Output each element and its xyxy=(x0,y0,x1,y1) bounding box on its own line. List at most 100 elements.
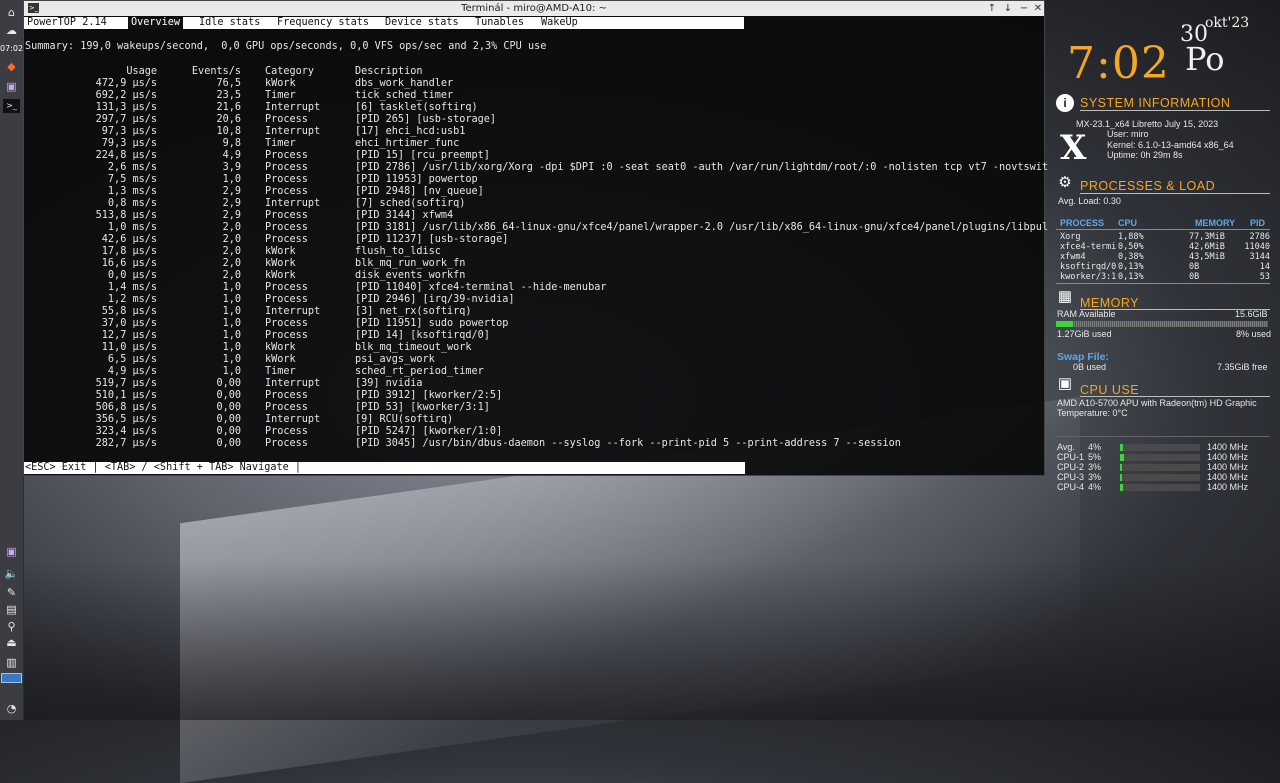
header-events: Events/s xyxy=(191,66,241,77)
description-cell: [PID 11953] powertop xyxy=(355,174,478,185)
proc-header-cpu: CPU xyxy=(1118,218,1138,228)
clipboard-icon[interactable]: ▤ xyxy=(3,603,20,617)
ram-used-percent: 8% used xyxy=(1236,329,1272,339)
proc-header-memory: MEMORY xyxy=(1195,218,1236,228)
network-icon[interactable]: ☁ xyxy=(3,24,20,38)
events-cell: 1,0 xyxy=(222,366,241,377)
events-cell: 1,0 xyxy=(222,174,241,185)
header-category: Category xyxy=(265,66,315,77)
window-title: Terminál - miro@AMD-A10: ~ xyxy=(461,3,607,14)
events-cell: 21,6 xyxy=(216,102,241,113)
description-cell: [PID 265] [usb-storage] xyxy=(355,114,497,125)
distro-info: MX-23.1_x64 Libretto July 15, 2023 xyxy=(1076,119,1219,129)
usage-cell: 1,4 ms/s xyxy=(107,282,157,293)
description-cell: [PID 53] [kworker/3:1] xyxy=(355,402,490,413)
cpu-core-bar xyxy=(1120,484,1200,491)
proc-mem: 42,6MiB xyxy=(1189,242,1225,252)
tab-wakeup[interactable]: WakeUp xyxy=(538,17,581,29)
cpu-core-bar-fill xyxy=(1120,444,1124,451)
category-cell: Interrupt xyxy=(265,102,321,113)
usage-cell: 0,0 µs/s xyxy=(107,270,157,281)
clock-month: okt'23 xyxy=(1205,15,1250,31)
description-cell: sched_rt_period_timer xyxy=(355,366,484,377)
table-row: 11,0 µs/s 1,0 kWork blk_mq_timeout_work xyxy=(24,342,1034,354)
proc-pid: 14 xyxy=(1259,262,1270,272)
tab-overview[interactable]: Overview xyxy=(128,17,184,29)
table-row: 506,8 µs/s 0,00 Process [PID 53] [kworker/3… xyxy=(24,402,1034,414)
panel-clock[interactable]: 07:02 xyxy=(0,44,23,53)
move-up-icon[interactable]: ↑ xyxy=(984,1,1000,16)
usage-cell: 510,1 µs/s xyxy=(95,390,157,401)
usage-cell: 7,5 ms/s xyxy=(107,174,157,185)
terminal-window[interactable]: >_ Terminál - miro@AMD-A10: ~ ↑ ↓ − ✕ Po… xyxy=(23,0,1048,476)
cpu-core-frequency: 1400 MHz xyxy=(1207,452,1249,462)
description-cell: psi_avgs_work xyxy=(355,354,435,365)
events-cell: 2,9 xyxy=(222,198,241,209)
tab-device-stats[interactable]: Device stats xyxy=(382,17,462,29)
category-cell: Process xyxy=(265,426,308,437)
tab-frequency-stats[interactable]: Frequency stats xyxy=(274,17,372,29)
tools-icon[interactable]: ✎ xyxy=(3,586,20,600)
tab-tunables[interactable]: Tunables xyxy=(472,17,527,29)
events-cell: 2,0 xyxy=(222,234,241,245)
conky-widget: 7:02 30 okt'23 Po i SYSTEM INFORMATION M… xyxy=(1052,0,1280,720)
usage-cell: 79,3 µs/s xyxy=(101,138,157,149)
usage-cell: 55,8 µs/s xyxy=(101,306,157,317)
menu-icon[interactable]: ⌂ xyxy=(3,6,20,20)
cpu-core-bar xyxy=(1120,474,1200,481)
processes-title: PROCESSES & LOAD xyxy=(1080,179,1216,193)
divider xyxy=(1080,396,1270,397)
usage-cell: 356,5 µs/s xyxy=(95,414,157,425)
eject-icon[interactable]: ⏏ xyxy=(3,636,20,650)
category-cell: Process xyxy=(265,234,308,245)
table-row: 12,7 µs/s 1,0 Process [PID 14] [ksoftirqd/0… xyxy=(24,330,1034,342)
power-meter-icon[interactable]: ◔ xyxy=(3,702,20,716)
table-row: 1,4 ms/s 1,0 Process [PID 11040] xfce4-term… xyxy=(24,282,1034,294)
cpu-graph-baseline xyxy=(1056,436,1270,437)
move-down-icon[interactable]: ↓ xyxy=(1000,1,1016,16)
proc-mem: 0B xyxy=(1189,272,1200,282)
table-row: 37,0 µs/s 1,0 Process [PID 11951] sudo powe… xyxy=(24,318,1034,330)
window-titlebar[interactable]: >_ Terminál - miro@AMD-A10: ~ ↑ ↓ − ✕ xyxy=(24,1,1044,16)
category-cell: Timer xyxy=(265,366,296,377)
events-cell: 0,00 xyxy=(216,378,241,389)
description-cell: blk_mq_run_work_fn xyxy=(355,258,466,269)
category-cell: Process xyxy=(265,210,308,221)
description-cell: [PID 3144] xfwm4 xyxy=(355,210,454,221)
category-cell: Process xyxy=(265,330,308,341)
workspace-switcher[interactable] xyxy=(1,673,22,683)
table-row: 0,8 ms/s 2,9 Interrupt [7] sched(softirq) xyxy=(24,198,1034,210)
table-row: 7,5 ms/s 1,0 Process [PID 11953] powertop xyxy=(24,174,1034,186)
usage-cell: 131,3 µs/s xyxy=(95,102,157,113)
category-cell: Interrupt xyxy=(265,414,321,425)
events-cell: 0,00 xyxy=(216,414,241,425)
close-icon[interactable]: ✕ xyxy=(1030,1,1046,16)
table-row: 510,1 µs/s 0,00 Process [PID 3912] [kworker… xyxy=(24,390,1034,402)
cpu-core-percent: 3% xyxy=(1088,472,1102,482)
brave-browser-icon[interactable]: ◆ xyxy=(3,60,20,74)
table-row: 97,3 µs/s 10,8 Interrupt [17] ehci_hcd:usb1 xyxy=(24,126,1034,138)
volume-icon[interactable]: 🔈 xyxy=(3,567,20,581)
terminal-taskbar-icon[interactable]: >_ xyxy=(3,99,20,113)
usage-cell: 11,0 µs/s xyxy=(101,342,157,353)
usb-icon[interactable]: ⚲ xyxy=(3,620,20,634)
cpu-model: AMD A10-5700 APU with Radeon(tm) HD Grap… xyxy=(1057,398,1257,408)
proc-name: kworker/3:1 xyxy=(1060,272,1117,282)
header-description: Description xyxy=(355,66,423,77)
table-row: 2,6 ms/s 3,9 Process [PID 2786] /usr/lib/xo… xyxy=(24,162,1048,174)
proc-cpu: 0,50% xyxy=(1118,242,1144,252)
ram-used: 1.27GiB used xyxy=(1057,329,1112,339)
tab-idle-stats[interactable]: Idle stats xyxy=(196,17,263,29)
clipboard-manager-icon[interactable]: ▥ xyxy=(3,656,20,670)
events-cell: 3,9 xyxy=(222,162,241,173)
cpu-temperature: Temperature: 0°C xyxy=(1057,408,1128,418)
events-cell: 2,0 xyxy=(222,270,241,281)
events-cell: 1,0 xyxy=(222,294,241,305)
file-manager-icon[interactable]: ▣ xyxy=(3,80,20,94)
table-row: 16,6 µs/s 2,0 kWork blk_mq_run_work_fn xyxy=(24,258,1034,270)
category-cell: Process xyxy=(265,222,308,233)
table-row: 0,0 µs/s 2,0 kWork disk_events_workfn xyxy=(24,270,1034,282)
table-row: 131,3 µs/s 21,6 Interrupt [6] tasklet(softi… xyxy=(24,102,1034,114)
mx-logo-icon: X xyxy=(1060,128,1087,168)
folder-icon[interactable]: ▣ xyxy=(3,545,20,559)
